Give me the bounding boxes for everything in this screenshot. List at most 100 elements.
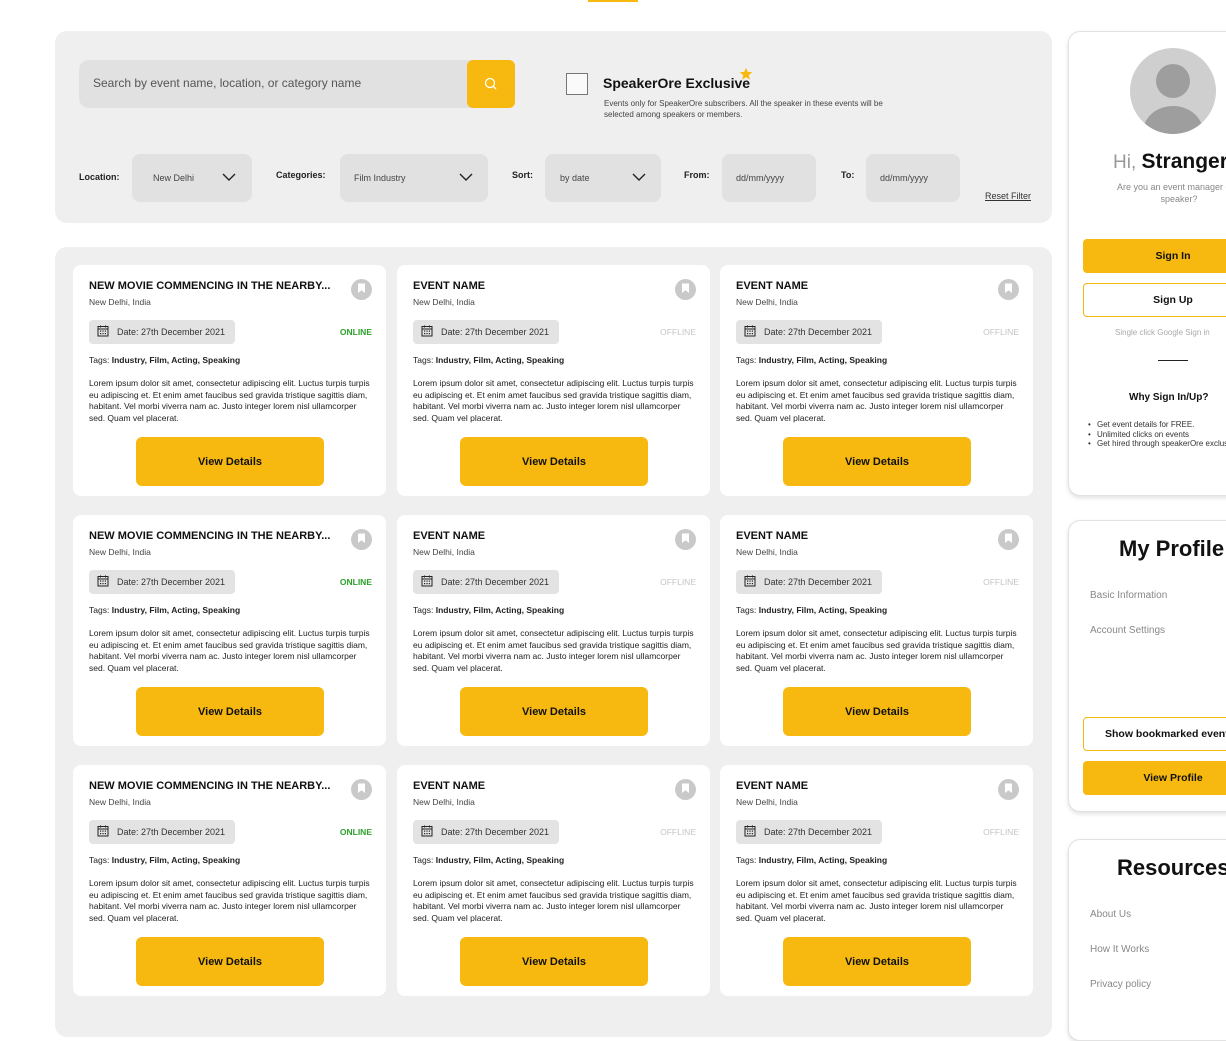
calendar-icon	[421, 575, 433, 589]
bookmark-button[interactable]	[998, 279, 1019, 300]
event-status: OFFLINE	[660, 827, 696, 837]
search-input[interactable]: Search by event name, location, or categ…	[79, 60, 515, 108]
how-it-works-link[interactable]: How It Works	[1090, 944, 1149, 955]
view-details-button[interactable]: View Details	[136, 437, 324, 486]
show-bookmarked-button[interactable]: Show bookmarked events	[1083, 717, 1226, 751]
star-icon	[739, 67, 753, 80]
event-date: Date: 27th December 2021	[764, 827, 873, 837]
event-location: New Delhi, India	[736, 297, 798, 307]
tags-label: Tags:	[89, 355, 110, 365]
event-title[interactable]: EVENT NAME	[736, 530, 808, 542]
event-card: EVENT NAME New Delhi, India Date: 27th Dec…	[397, 765, 710, 996]
tags-label: Tags:	[89, 855, 110, 865]
event-date-badge: Date: 27th December 2021	[89, 820, 236, 844]
why-title: Why Sign In/Up?	[1129, 392, 1209, 403]
bookmark-button[interactable]	[998, 529, 1019, 550]
why-item: Get event details for FREE.	[1088, 420, 1226, 430]
event-location: New Delhi, India	[413, 547, 475, 557]
sign-up-button[interactable]: Sign Up	[1083, 283, 1226, 317]
event-date: Date: 27th December 2021	[764, 327, 873, 337]
privacy-policy-link[interactable]: Privacy policy	[1090, 979, 1151, 990]
event-title[interactable]: NEW MOVIE COMMENCING IN THE NEARBY...	[89, 530, 330, 542]
about-us-link[interactable]: About Us	[1090, 909, 1131, 920]
categories-select[interactable]: Film Industry	[340, 154, 488, 202]
to-date-input[interactable]: dd/mm/yyyy	[866, 154, 960, 202]
from-date-input[interactable]: dd/mm/yyyy	[722, 154, 816, 202]
view-details-button[interactable]: View Details	[783, 687, 971, 736]
exclusive-checkbox[interactable]	[566, 73, 588, 95]
event-status: OFFLINE	[660, 577, 696, 587]
event-status: OFFLINE	[983, 577, 1019, 587]
categories-label: Categories:	[276, 170, 326, 180]
tags-label: Tags:	[736, 605, 757, 615]
view-details-button[interactable]: View Details	[783, 437, 971, 486]
bookmark-button[interactable]	[351, 779, 372, 800]
tags-value: Industry, Film, Acting, Speaking	[435, 605, 565, 615]
event-date: Date: 27th December 2021	[764, 577, 873, 587]
event-title[interactable]: EVENT NAME	[413, 780, 485, 792]
bookmark-button[interactable]	[998, 779, 1019, 800]
event-status: ONLINE	[339, 327, 372, 337]
tags-value: Industry, Film, Acting, Speaking	[435, 355, 565, 365]
event-tags: Tags: Industry, Film, Acting, Speaking	[89, 855, 240, 865]
sign-in-button[interactable]: Sign In	[1083, 239, 1226, 273]
bookmark-button[interactable]	[675, 779, 696, 800]
location-select[interactable]: New Delhi	[132, 154, 252, 202]
basic-information-link[interactable]: Basic Information	[1090, 590, 1167, 601]
tags-label: Tags:	[89, 605, 110, 615]
view-details-button[interactable]: View Details	[136, 687, 324, 736]
event-title[interactable]: EVENT NAME	[413, 530, 485, 542]
event-tags: Tags: Industry, Film, Acting, Speaking	[736, 355, 887, 365]
role-question: Are you an event manager or a speaker?	[1116, 182, 1226, 204]
view-details-button[interactable]: View Details	[460, 437, 648, 486]
event-title[interactable]: NEW MOVIE COMMENCING IN THE NEARBY...	[89, 780, 330, 792]
google-sign-in-link[interactable]: Single click Google Sign in	[1115, 328, 1210, 337]
event-date: Date: 27th December 2021	[117, 827, 226, 837]
tags-value: Industry, Film, Acting, Speaking	[758, 355, 888, 365]
event-location: New Delhi, India	[89, 797, 151, 807]
tags-value: Industry, Film, Acting, Speaking	[435, 855, 565, 865]
tags-label: Tags:	[413, 855, 434, 865]
bookmark-button[interactable]	[351, 279, 372, 300]
search-placeholder: Search by event name, location, or categ…	[93, 76, 362, 90]
account-settings-link[interactable]: Account Settings	[1090, 625, 1165, 636]
event-status: OFFLINE	[660, 327, 696, 337]
event-title[interactable]: EVENT NAME	[413, 280, 485, 292]
tags-label: Tags:	[413, 605, 434, 615]
event-location: New Delhi, India	[413, 797, 475, 807]
event-description: Lorem ipsum dolor sit amet, consectetur …	[736, 628, 1017, 673]
calendar-icon	[744, 575, 756, 589]
view-profile-button[interactable]: View Profile	[1083, 761, 1226, 795]
tags-label: Tags:	[736, 355, 757, 365]
view-details-button[interactable]: View Details	[783, 937, 971, 986]
event-date-badge: Date: 27th December 2021	[736, 570, 883, 594]
sort-select[interactable]: by date	[545, 154, 661, 202]
filter-panel: Search by event name, location, or categ…	[55, 31, 1052, 223]
view-details-button[interactable]: View Details	[460, 937, 648, 986]
event-description: Lorem ipsum dolor sit amet, consectetur …	[413, 878, 694, 923]
event-title[interactable]: EVENT NAME	[736, 280, 808, 292]
from-placeholder: dd/mm/yyyy	[736, 173, 785, 183]
avatar-silhouette-icon	[1143, 64, 1203, 134]
why-item: Unlimited clicks on events	[1088, 430, 1226, 440]
bookmark-button[interactable]	[351, 529, 372, 550]
event-card: EVENT NAME New Delhi, India Date: 27th Dec…	[397, 265, 710, 496]
bookmark-icon	[1004, 781, 1013, 799]
bookmark-button[interactable]	[675, 279, 696, 300]
search-button[interactable]	[467, 60, 515, 108]
why-item: Get hired through speakerOre exclusive e…	[1088, 439, 1226, 449]
event-card: EVENT NAME New Delhi, India Date: 27th Dec…	[720, 515, 1033, 746]
view-details-button[interactable]: View Details	[460, 687, 648, 736]
event-description: Lorem ipsum dolor sit amet, consectetur …	[89, 878, 370, 923]
event-date-badge: Date: 27th December 2021	[413, 820, 560, 844]
event-title[interactable]: EVENT NAME	[736, 780, 808, 792]
bookmark-button[interactable]	[675, 529, 696, 550]
event-title[interactable]: NEW MOVIE COMMENCING IN THE NEARBY...	[89, 280, 330, 292]
tags-value: Industry, Film, Acting, Speaking	[111, 605, 241, 615]
event-tags: Tags: Industry, Film, Acting, Speaking	[89, 355, 240, 365]
view-details-button[interactable]: View Details	[136, 937, 324, 986]
event-tags: Tags: Industry, Film, Acting, Speaking	[736, 855, 887, 865]
event-location: New Delhi, India	[413, 297, 475, 307]
reset-filter-link[interactable]: Reset Filter	[985, 191, 1031, 201]
user-avatar	[1130, 48, 1216, 134]
